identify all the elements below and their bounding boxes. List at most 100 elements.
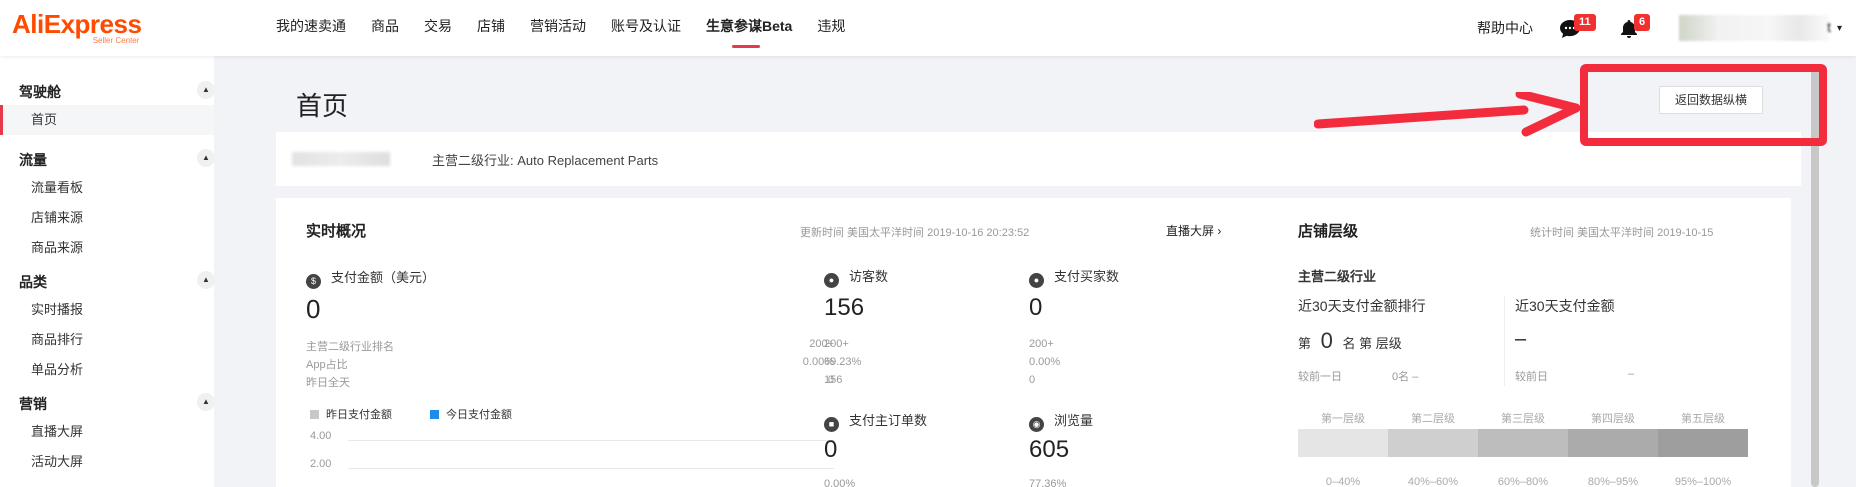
level-name: 第三层级 xyxy=(1501,413,1545,425)
visitors-rank: 200+ xyxy=(824,338,849,350)
sidebar-group-marketing[interactable]: 营销 ▲ xyxy=(0,385,215,417)
level-range: 95%–100% xyxy=(1674,476,1732,487)
nav-item-orders[interactable]: 交易 xyxy=(424,0,452,56)
notifications-count-badge: 6 xyxy=(1633,14,1651,31)
brand-name: AliExpress xyxy=(12,9,142,39)
annotation-arrow-icon xyxy=(1314,92,1581,137)
level-bar xyxy=(1298,429,1748,457)
notifications-button[interactable]: 6 xyxy=(1619,14,1651,40)
nav-item-marketing[interactable]: 营销活动 xyxy=(530,0,586,56)
help-center-link[interactable]: 帮助中心 xyxy=(1477,18,1533,38)
payment-row-value: 200+ xyxy=(809,338,834,350)
payment-row-value: 0.00% xyxy=(802,356,834,368)
user-dropdown-caret-icon[interactable]: ▾ xyxy=(1837,23,1842,34)
legend-swatch xyxy=(430,410,439,419)
orders-icon: ■ xyxy=(824,417,839,432)
sidebar-group-title: 营销 xyxy=(19,396,47,412)
aliexpress-logo[interactable]: AliExpress Seller Center xyxy=(12,9,142,45)
amount-compare-value: – xyxy=(1628,368,1635,380)
buyers-yesterday: 0 xyxy=(1029,374,1036,386)
level-name: 第二层级 xyxy=(1411,413,1455,425)
visitors-app-share: 69.23% xyxy=(824,356,862,368)
chart-tick-label: 2.00 xyxy=(310,458,332,470)
chart-legend-today[interactable]: 今日支付金额 xyxy=(430,406,512,422)
dollar-icon: $ xyxy=(306,274,321,289)
amount-compare-key: 较前日 xyxy=(1515,371,1548,383)
level-name: 第一层级 xyxy=(1321,413,1365,425)
buyers-rank: 200+ xyxy=(1029,338,1054,350)
visitors-label: ● 访客数 xyxy=(824,266,888,288)
nav-item-violations[interactable]: 违规 xyxy=(817,0,845,56)
rank-prefix: 第 xyxy=(1298,336,1312,351)
sidebar-group-title: 流量 xyxy=(19,152,47,168)
sidebar-item-product-source[interactable]: 商品来源 xyxy=(0,233,214,263)
orders-value: 0 xyxy=(824,436,838,463)
collapse-icon[interactable]: ▲ xyxy=(197,271,215,289)
realtime-title: 实时概况 xyxy=(306,223,367,240)
level-industry-title: 主营二级行业 xyxy=(1298,269,1377,284)
messages-button[interactable]: 11 xyxy=(1559,14,1596,40)
level-range: 40%–60% xyxy=(1407,476,1459,487)
sidebar-item-realtime-report[interactable]: 实时播报 xyxy=(0,295,214,325)
buyers-value: 0 xyxy=(1029,294,1043,321)
payment-amount-label: $ 支付金额（美元） xyxy=(306,267,435,289)
nav-item-products[interactable]: 商品 xyxy=(371,0,399,56)
level-segment xyxy=(1298,429,1388,457)
payment-row-key: 主营二级行业排名 xyxy=(306,341,394,353)
update-time: 更新时间 美国太平洋时间 2019-10-16 20:23:52 xyxy=(800,227,1030,239)
level-segment xyxy=(1388,429,1478,457)
store-name-blurred xyxy=(292,152,390,166)
collapse-icon[interactable]: ▲ xyxy=(197,393,215,411)
rank-line: 第 0 名 第 层级 xyxy=(1298,328,1402,354)
visitors-yesterday: 156 xyxy=(824,374,843,386)
nav-item-my-aliexpress[interactable]: 我的速卖通 xyxy=(276,0,346,56)
rank-value: 0 xyxy=(1320,328,1333,353)
level-segment xyxy=(1568,429,1658,457)
payment-row-key: 昨日全天 xyxy=(306,377,350,389)
sidebar-item-home[interactable]: 首页 xyxy=(0,105,214,135)
level-segment xyxy=(1478,429,1568,457)
page-views-share: 77.36% xyxy=(1029,478,1067,487)
top-right-tools: 帮助中心 11 6 t ▾ xyxy=(1477,0,1856,56)
top-bar: AliExpress Seller Center 我的速卖通 商品 交易 店铺 … xyxy=(0,0,1856,56)
industry-label: 主营二级行业: Auto Replacement Parts xyxy=(432,153,659,168)
stat-time: 统计时间 美国太平洋时间 2019-10-15 xyxy=(1530,227,1714,239)
sidebar-item-campaign-screen[interactable]: 活动大屏 xyxy=(0,447,214,477)
sidebar-group-cockpit[interactable]: 驾驶舱 ▲ xyxy=(0,73,215,105)
buyers-icon: ● xyxy=(1029,273,1044,288)
sidebar-group-traffic[interactable]: 流量 ▲ xyxy=(0,141,215,173)
sidebar-item-product-ranking[interactable]: 商品排行 xyxy=(0,325,214,355)
nav-item-account[interactable]: 账号及认证 xyxy=(611,0,681,56)
main-nav: 我的速卖通 商品 交易 店铺 营销活动 账号及认证 生意参谋Beta 违规 xyxy=(276,0,870,56)
payment-row-key: App占比 xyxy=(306,359,348,371)
rank-compare-key: 较前一日 xyxy=(1298,371,1342,383)
sidebar-group-category[interactable]: 品类 ▲ xyxy=(0,263,215,295)
amount-value: – xyxy=(1515,328,1527,350)
store-level-title: 店铺层级 xyxy=(1298,223,1359,240)
orders-share: 0.00% xyxy=(824,478,856,487)
level-divider xyxy=(1504,296,1505,386)
sidebar-item-single-product-analysis[interactable]: 单品分析 xyxy=(0,355,214,385)
user-name-suffix: t xyxy=(1827,19,1831,35)
level-segment xyxy=(1658,429,1748,457)
rank-title: 近30天支付金额排行 xyxy=(1298,298,1426,314)
collapse-icon[interactable]: ▲ xyxy=(197,81,215,99)
sidebar-group-title: 驾驶舱 xyxy=(19,84,61,100)
live-screen-link[interactable]: 直播大屏 › xyxy=(1166,222,1221,239)
payment-amount-value: 0 xyxy=(306,294,321,324)
user-account-blurred[interactable]: t xyxy=(1678,15,1831,41)
level-range: 80%–95% xyxy=(1587,476,1639,487)
page-title: 首页 xyxy=(296,91,349,121)
buyers-app-share: 0.00% xyxy=(1029,356,1061,368)
chart-legend-yesterday[interactable]: 昨日支付金额 xyxy=(310,406,392,422)
nav-item-store[interactable]: 店铺 xyxy=(477,0,505,56)
nav-item-business-advisor[interactable]: 生意参谋Beta xyxy=(706,0,792,56)
page-views-value: 605 xyxy=(1029,436,1070,463)
sidebar-item-live-screen[interactable]: 直播大屏 xyxy=(0,417,214,447)
sidebar-item-traffic-board[interactable]: 流量看板 xyxy=(0,173,214,203)
sidebar-group-title: 品类 xyxy=(19,274,47,290)
collapse-icon[interactable]: ▲ xyxy=(197,149,215,167)
chart-gridline xyxy=(348,468,834,469)
sidebar: 驾驶舱 ▲ 首页 流量 ▲ 流量看板 店铺来源 商品来源 品类 ▲ 实时播报 商… xyxy=(0,56,215,487)
sidebar-item-store-source[interactable]: 店铺来源 xyxy=(0,203,214,233)
